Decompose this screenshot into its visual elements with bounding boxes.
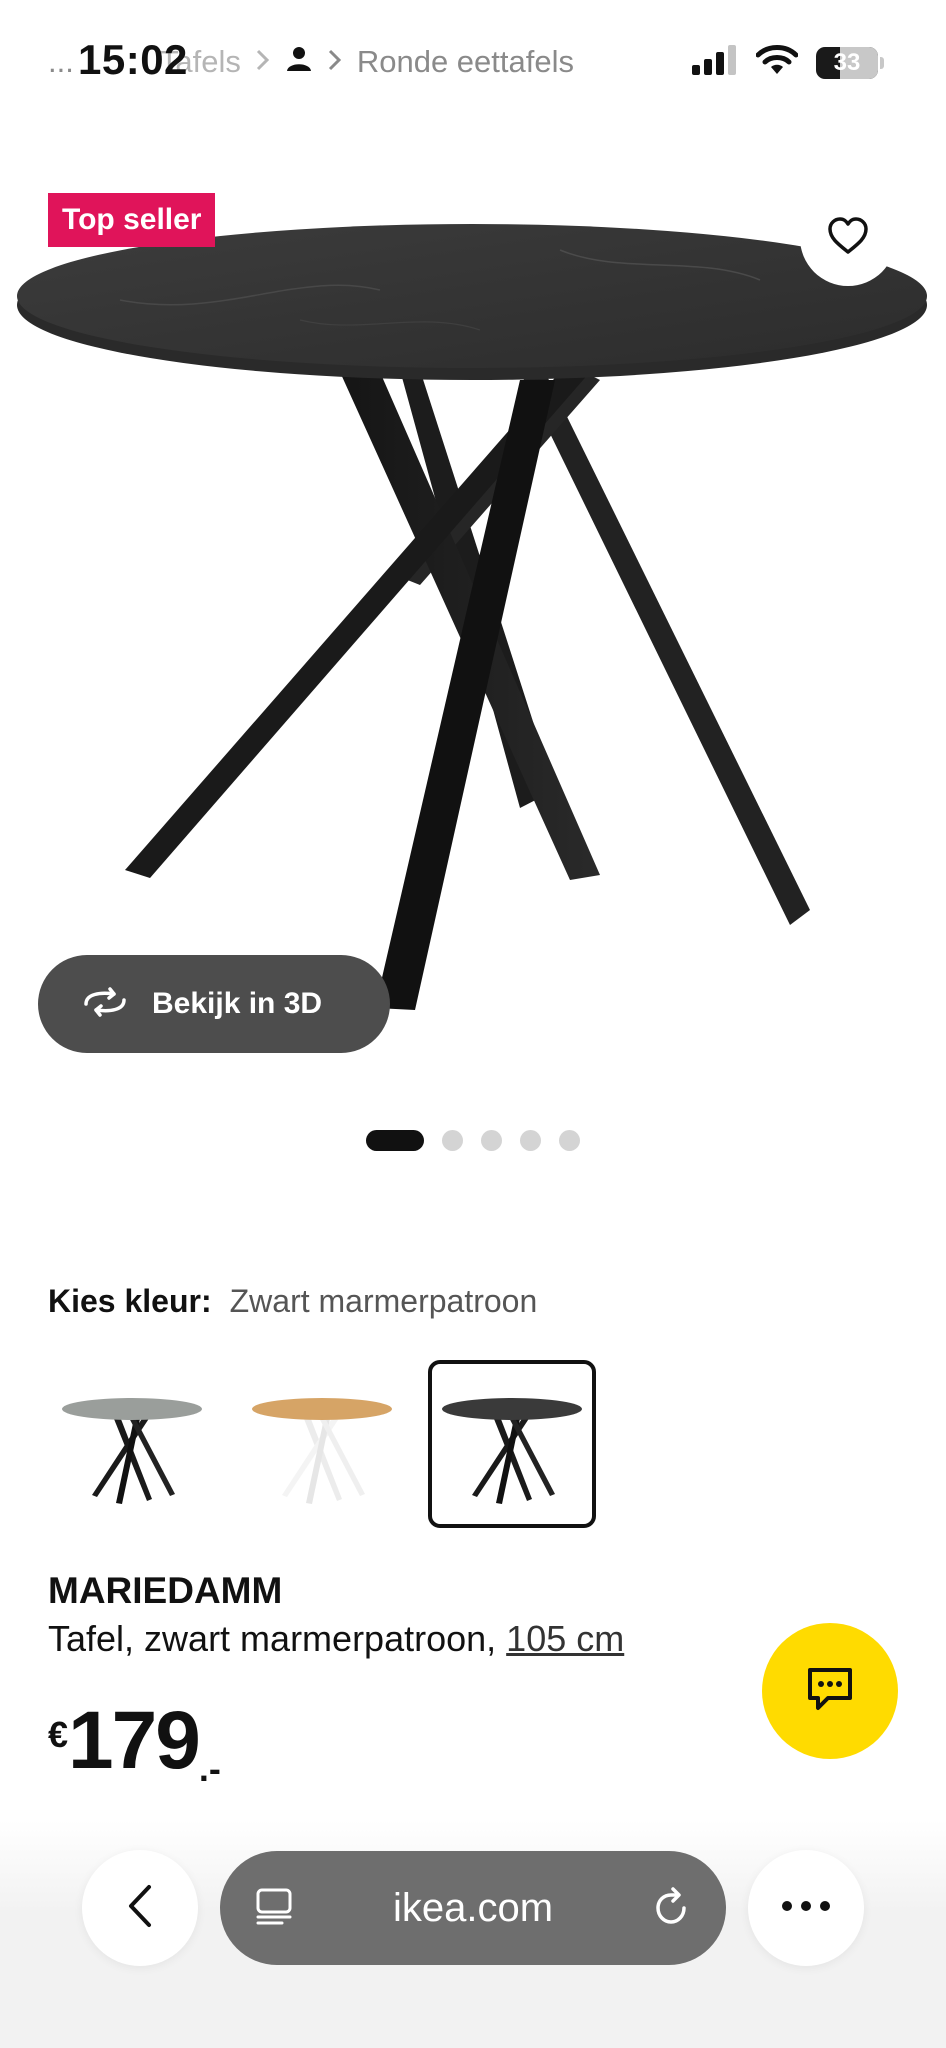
person-icon: [285, 44, 313, 80]
view-in-3d-label: Bekijk in 3D: [152, 987, 323, 1020]
more-dots-icon: [781, 1899, 831, 1917]
address-bar[interactable]: ikea.com: [220, 1851, 726, 1965]
battery-indicator: 33: [816, 46, 884, 79]
product-description-text: Tafel, zwart marmerpatroon,: [48, 1618, 497, 1659]
status-icons: 33: [692, 44, 884, 81]
rotate-3d-icon: [80, 986, 130, 1023]
swatch-black-marble[interactable]: [428, 1360, 596, 1528]
breadcrumb-item-ronde-eettafels[interactable]: Ronde eettafels: [357, 44, 574, 80]
wifi-icon: [755, 44, 799, 81]
carousel-dot-active[interactable]: [366, 1130, 424, 1151]
swatch-grey-marble[interactable]: [48, 1360, 216, 1528]
product-image[interactable]: [0, 180, 946, 1080]
chat-button[interactable]: [762, 1623, 898, 1759]
product-size-link[interactable]: 105 cm: [506, 1618, 624, 1659]
color-selection-row: Kies kleur: Zwart marmerpatroon: [48, 1283, 537, 1320]
cellular-signal-icon: [692, 45, 738, 80]
carousel-dot[interactable]: [559, 1130, 580, 1151]
status-time: 15:02: [78, 36, 188, 83]
price-currency: €: [48, 1714, 69, 1755]
battery-level: 33: [833, 48, 861, 76]
product-description: Tafel, zwart marmerpatroon, 105 cm: [48, 1618, 624, 1660]
carousel-dot[interactable]: [442, 1130, 463, 1151]
reader-mode-icon[interactable]: [254, 1886, 294, 1931]
browser-more-button[interactable]: [748, 1850, 864, 1966]
price-suffix: .-: [198, 1748, 221, 1789]
chevron-left-icon: [125, 1883, 155, 1934]
heart-icon: [826, 216, 870, 261]
chevron-right-icon: [327, 44, 343, 80]
product-name: MARIEDAMM: [48, 1570, 283, 1611]
price-amount: 179: [68, 1695, 201, 1786]
view-in-3d-button[interactable]: Bekijk in 3D: [38, 955, 390, 1053]
swatch-oak[interactable]: [238, 1360, 406, 1528]
carousel-dot[interactable]: [520, 1130, 541, 1151]
color-swatches: [48, 1360, 596, 1528]
reload-icon[interactable]: [652, 1886, 692, 1931]
color-label: Kies kleur:: [48, 1283, 212, 1319]
selected-color: Zwart marmerpatroon: [229, 1283, 538, 1319]
favorite-button[interactable]: [800, 190, 896, 286]
carousel-dot[interactable]: [481, 1130, 502, 1151]
browser-back-button[interactable]: [82, 1850, 198, 1966]
chat-bubble-icon: [804, 1664, 856, 1719]
chevron-right-icon: [255, 44, 271, 80]
battery-icon: 33: [816, 46, 878, 79]
top-seller-badge: Top seller: [48, 193, 216, 247]
status-bar: ... Tafels Ronde eettafels 15:02 33: [0, 0, 946, 120]
url-text[interactable]: ikea.com: [393, 1886, 553, 1931]
carousel-dots: [366, 1130, 580, 1151]
product-price: € 179 .-: [48, 1700, 221, 1790]
breadcrumb-ellipsis[interactable]: ...: [48, 44, 74, 80]
